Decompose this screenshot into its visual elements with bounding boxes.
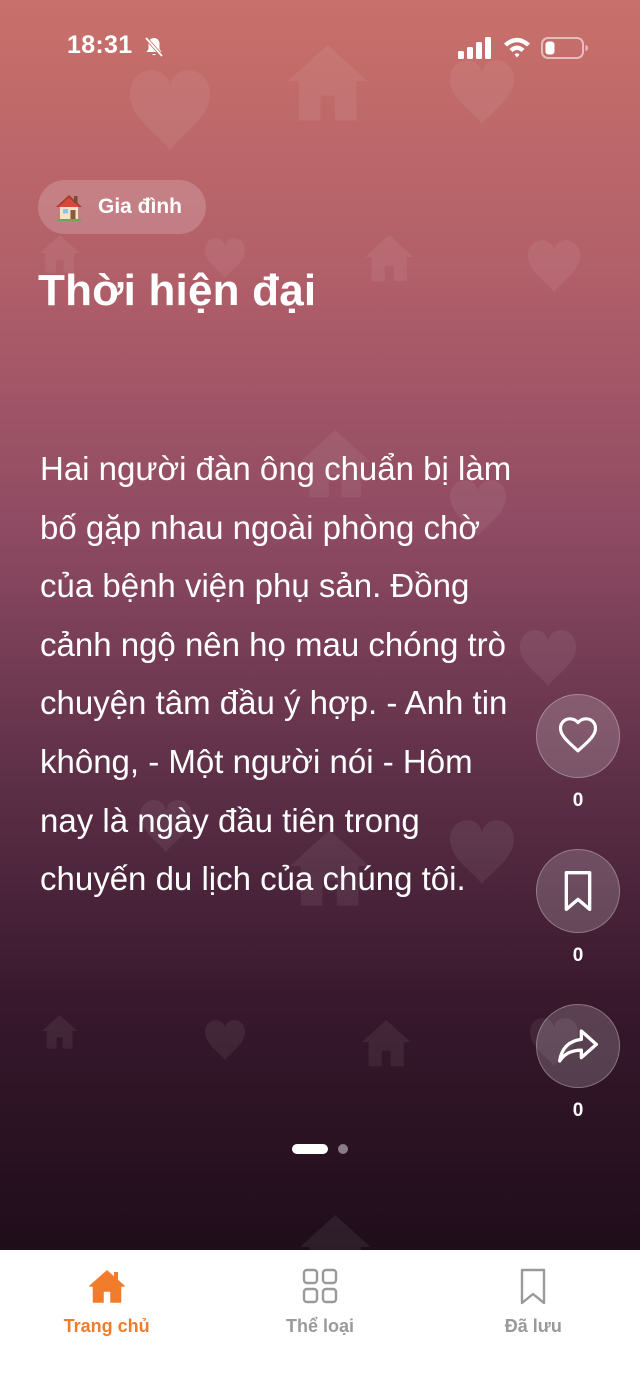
- tab-categories[interactable]: Thể loại: [213, 1250, 426, 1387]
- tab-bar: Trang chủ Thể loại Đã lưu: [0, 1250, 640, 1387]
- wifi-icon: [504, 37, 530, 58]
- heart-icon: [558, 717, 598, 753]
- tab-home-label: Trang chủ: [63, 1316, 150, 1336]
- share-count: 0: [572, 1100, 584, 1121]
- tab-saved-label: Đã lưu: [504, 1316, 562, 1336]
- page-dot[interactable]: [338, 1144, 348, 1154]
- bookmark-icon: [521, 1268, 546, 1305]
- category-chip[interactable]: Gia đình: [38, 180, 206, 234]
- story-body: Hai người đàn ông chuẩn bị làm bố gặp nh…: [40, 450, 512, 898]
- bookmark-icon: [564, 871, 592, 911]
- save-button[interactable]: [536, 849, 620, 933]
- bell-slash-icon: [144, 36, 164, 58]
- story-title: Thời hiện đại: [38, 266, 317, 315]
- house-emoji-icon: [56, 195, 82, 221]
- category-label: Gia đình: [98, 195, 182, 218]
- page-indicator: [292, 1144, 348, 1154]
- like-button[interactable]: [536, 694, 620, 778]
- tab-saved[interactable]: Đã lưu: [427, 1250, 640, 1387]
- battery-icon: [541, 37, 588, 59]
- share-button[interactable]: [536, 1004, 620, 1088]
- status-time: 18:31: [67, 31, 133, 59]
- story-card[interactable]: 18:31 Gia đình Thời hiện đại Hai người đ…: [0, 0, 640, 1250]
- tab-home[interactable]: Trang chủ: [0, 1250, 213, 1387]
- home-icon: [88, 1270, 125, 1303]
- share-icon: [558, 1029, 598, 1063]
- save-action: 0: [536, 849, 620, 967]
- share-action: 0: [536, 1004, 620, 1122]
- signal-icon: [458, 37, 491, 59]
- story-screen: 18:31 Gia đình Thời hiện đại Hai người đ…: [0, 0, 640, 1387]
- save-count: 0: [572, 945, 584, 966]
- grid-icon: [302, 1268, 338, 1304]
- status-bar: 18:31: [0, 0, 640, 96]
- like-count: 0: [572, 790, 584, 811]
- tab-categories-label: Thể loại: [285, 1316, 354, 1336]
- page-dot-active: [292, 1144, 328, 1154]
- like-action: 0: [536, 694, 620, 812]
